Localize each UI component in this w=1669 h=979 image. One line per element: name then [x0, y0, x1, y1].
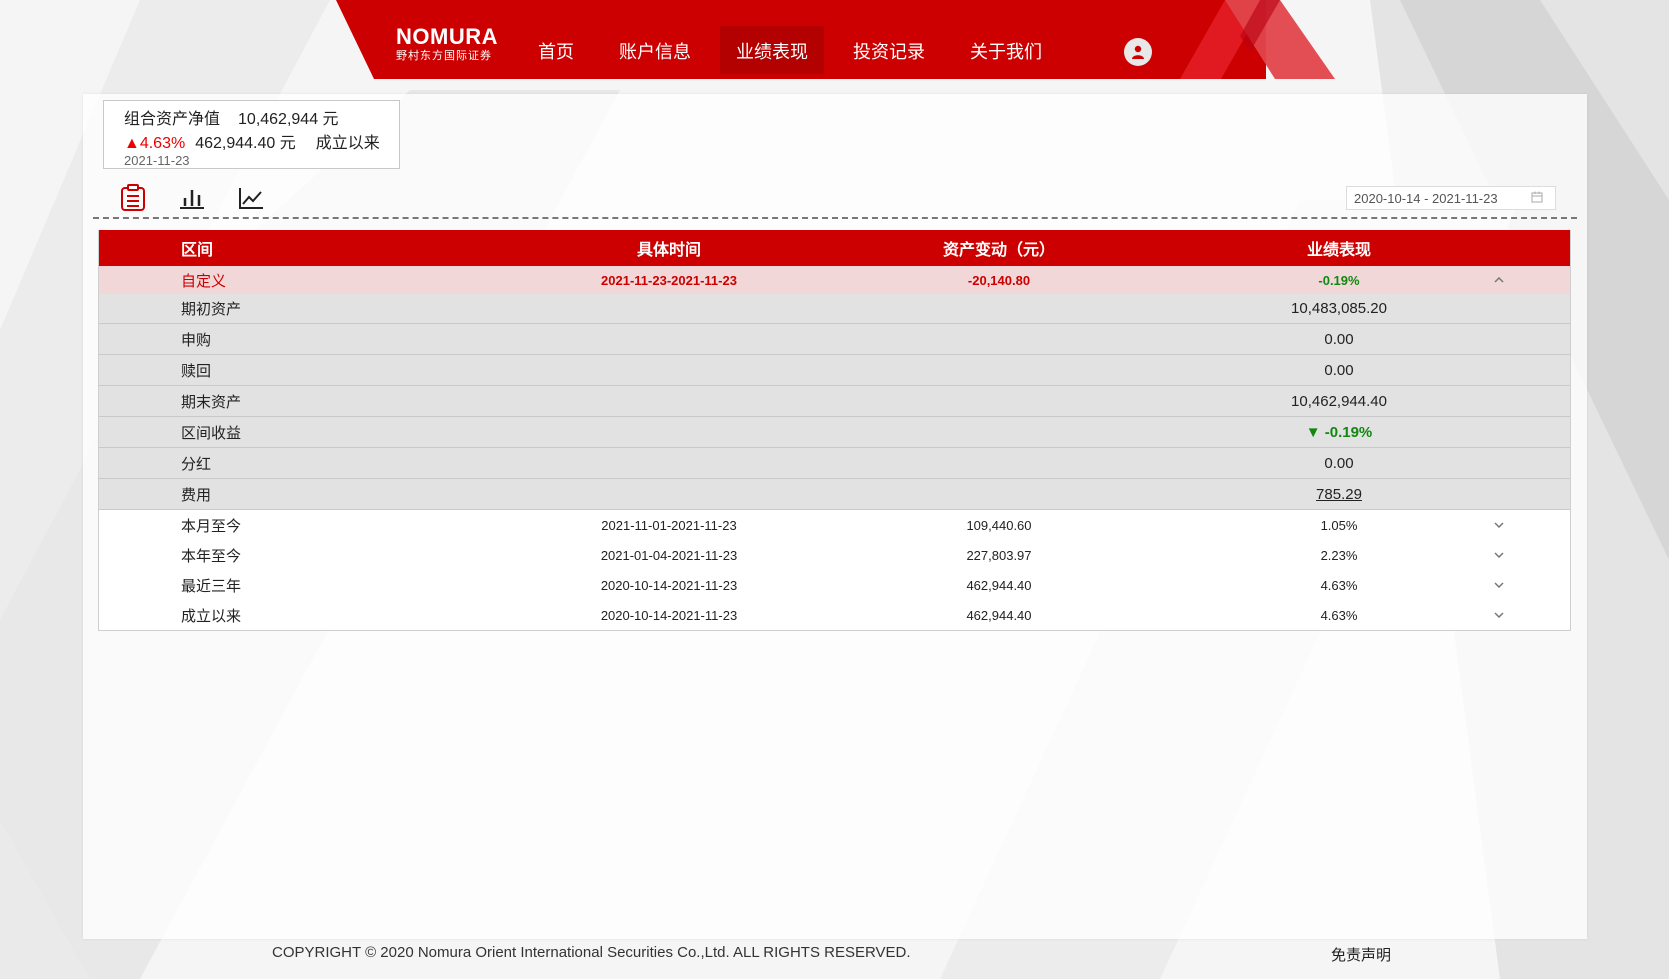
header-asset-change: 资产变动（元） — [942, 242, 1055, 259]
row-performance: 2.23% — [1320, 547, 1358, 563]
line-chart-view-button[interactable] — [236, 183, 266, 213]
table-row-since-inception[interactable]: 成立以来 2020-10-14-2021-11-23 462,944.40 4.… — [99, 600, 1570, 630]
row-label: 自定义 — [181, 272, 227, 290]
row-change: 462,944.40 — [966, 577, 1032, 593]
detail-value: 10,483,085.20 — [1291, 300, 1387, 317]
table-row-last-three-years[interactable]: 最近三年 2020-10-14-2021-11-23 462,944.40 4.… — [99, 570, 1570, 600]
detail-row-closing-assets: 期末资产 10,462,944.40 — [99, 386, 1570, 417]
portfolio-summary-card: 组合资产净值 10,462,944 元 ▲4.63% 462,944.40 元 成立以… — [103, 100, 400, 169]
table-header: 区间 具体时间 资产变动（元） 业绩表现 — [99, 230, 1570, 266]
detail-row-period-return: 区间收益 ▼ -0.19% — [99, 417, 1570, 448]
row-label: 本月至今 — [181, 517, 242, 535]
expand-chevron-down-icon[interactable] — [1489, 540, 1509, 570]
net-asset-label: 组合资产净值 — [124, 111, 221, 128]
detail-row-opening-assets: 期初资产 10,483,085.20 — [99, 294, 1570, 324]
header-performance: 业绩表现 — [1306, 242, 1371, 259]
main-nav: 首页 账户信息 业绩表现 投资记录 关于我们 — [522, 26, 1071, 74]
copyright-text: COPYRIGHT © 2020 Nomura Orient Internati… — [272, 944, 911, 961]
nav-item-performance[interactable]: 业绩表现 — [720, 26, 824, 74]
nav-item-account[interactable]: 账户信息 — [603, 26, 707, 74]
row-period: 2020-10-14-2021-11-23 — [600, 577, 738, 593]
row-period: 2021-11-23-2021-11-23 — [601, 272, 737, 288]
nav-item-investment-records[interactable]: 投资记录 — [837, 26, 941, 74]
detail-value: 0.00 — [1324, 454, 1354, 472]
row-period: 2021-01-04-2021-11-23 — [600, 547, 738, 563]
expand-chevron-down-icon[interactable] — [1489, 510, 1509, 540]
user-avatar-button[interactable] — [1124, 38, 1152, 66]
detail-row-fees: 费用 785.29 — [99, 479, 1570, 510]
row-performance: 4.63% — [1320, 577, 1358, 593]
section-divider — [93, 217, 1577, 219]
detail-value: 10,462,944.40 — [1291, 392, 1387, 410]
detail-label: 赎回 — [181, 362, 212, 380]
detail-label: 分红 — [181, 455, 212, 473]
row-change: 109,440.60 — [966, 517, 1032, 533]
header-date-range: 具体时间 — [636, 242, 701, 259]
date-range-picker[interactable]: 2020-10-14 - 2021-11-23 — [1346, 186, 1556, 210]
row-change: 227,803.97 — [966, 547, 1032, 563]
change-since-label: 成立以来 — [315, 135, 380, 152]
row-period: 2020-10-14-2021-11-23 — [600, 607, 738, 623]
detail-value: 0.00 — [1324, 361, 1354, 379]
expand-chevron-down-icon[interactable] — [1489, 570, 1509, 600]
change-amount: 462,944.40 元 — [195, 135, 296, 152]
detail-value: 0.00 — [1324, 330, 1354, 348]
row-label: 最近三年 — [181, 577, 242, 595]
disclaimer-link[interactable]: 免责声明 — [1331, 944, 1391, 965]
detail-label: 费用 — [181, 486, 212, 504]
date-range-value: 2020-10-14 - 2021-11-23 — [1354, 191, 1498, 206]
logo-brand-text: NOMURA — [396, 24, 498, 49]
row-performance: 1.05% — [1320, 517, 1358, 533]
table-row-year-to-date[interactable]: 本年至今 2021-01-04-2021-11-23 227,803.97 2.… — [99, 540, 1570, 570]
row-performance: 4.63% — [1320, 607, 1358, 623]
detail-label: 区间收益 — [181, 424, 242, 442]
logo-sub-text: 野村东方国际证券 — [396, 49, 492, 62]
net-asset-value: 10,462,944 元 — [238, 111, 339, 128]
top-navigation-bar: NOMURA 野村东方国际证券 首页 账户信息 业绩表现 投资记录 关于我们 — [336, 0, 1266, 79]
row-label: 成立以来 — [181, 607, 242, 625]
row-period: 2021-11-01-2021-11-23 — [601, 517, 737, 533]
header-decoration — [1180, 0, 1335, 79]
nav-item-home[interactable]: 首页 — [522, 26, 590, 74]
user-icon — [1132, 45, 1144, 59]
line-chart-icon — [239, 188, 263, 209]
detail-row-subscription: 申购 0.00 — [99, 324, 1570, 355]
collapse-chevron-up-icon[interactable] — [1489, 266, 1509, 294]
bar-chart-icon — [180, 190, 204, 209]
header-period: 区间 — [181, 242, 214, 259]
row-change: -20,140.80 — [967, 272, 1031, 288]
performance-table: 区间 具体时间 资产变动（元） 业绩表现 自定义 2021-11-23-2021… — [98, 230, 1571, 631]
detail-row-dividend: 分红 0.00 — [99, 448, 1570, 479]
row-label: 本年至今 — [181, 547, 242, 565]
bar-chart-view-button[interactable] — [177, 183, 207, 213]
row-change: 462,944.40 — [966, 607, 1032, 623]
detail-value: ▼ -0.19% — [1305, 423, 1373, 441]
detail-label: 申购 — [181, 331, 212, 349]
fees-link[interactable]: 785.29 — [1316, 486, 1362, 503]
row-performance: -0.19% — [1318, 272, 1360, 288]
table-row-custom[interactable]: 自定义 2021-11-23-2021-11-23 -20,140.80 -0.… — [99, 266, 1570, 294]
summary-date: 2021-11-23 — [124, 153, 190, 168]
calendar-icon — [1531, 191, 1543, 206]
nav-item-about-us[interactable]: 关于我们 — [954, 26, 1058, 74]
detail-label: 期初资产 — [181, 301, 242, 318]
table-view-icon — [121, 184, 145, 211]
nomura-logo[interactable]: NOMURA 野村东方国际证券 — [396, 26, 498, 62]
table-row-month-to-date[interactable]: 本月至今 2021-11-01-2021-11-23 109,440.60 1.… — [99, 510, 1570, 540]
detail-row-redemption: 赎回 0.00 — [99, 355, 1570, 386]
table-view-button[interactable] — [118, 183, 148, 213]
change-percent: ▲4.63% — [124, 135, 186, 152]
detail-label: 期末资产 — [181, 393, 242, 411]
expand-chevron-down-icon[interactable] — [1489, 600, 1509, 630]
view-switcher — [118, 183, 295, 213]
